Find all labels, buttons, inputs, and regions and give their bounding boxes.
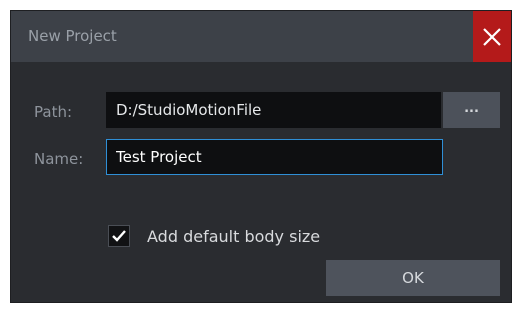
dialog-title: New Project	[28, 27, 117, 45]
checkmark-icon	[112, 230, 126, 242]
browse-button[interactable]: ...	[443, 92, 500, 128]
name-label: Name:	[34, 150, 84, 168]
name-input[interactable]	[106, 139, 443, 175]
title-bar: New Project	[11, 11, 511, 62]
close-icon	[483, 27, 501, 46]
add-default-body-size-checkbox[interactable]	[108, 225, 130, 247]
ok-button[interactable]: OK	[326, 260, 500, 296]
checkbox-label[interactable]: Add default body size	[147, 227, 320, 246]
path-input[interactable]	[106, 92, 441, 128]
path-label: Path:	[34, 103, 73, 121]
new-project-dialog: New Project Path: ... Name: Add default …	[10, 10, 512, 303]
close-button[interactable]	[473, 11, 511, 62]
